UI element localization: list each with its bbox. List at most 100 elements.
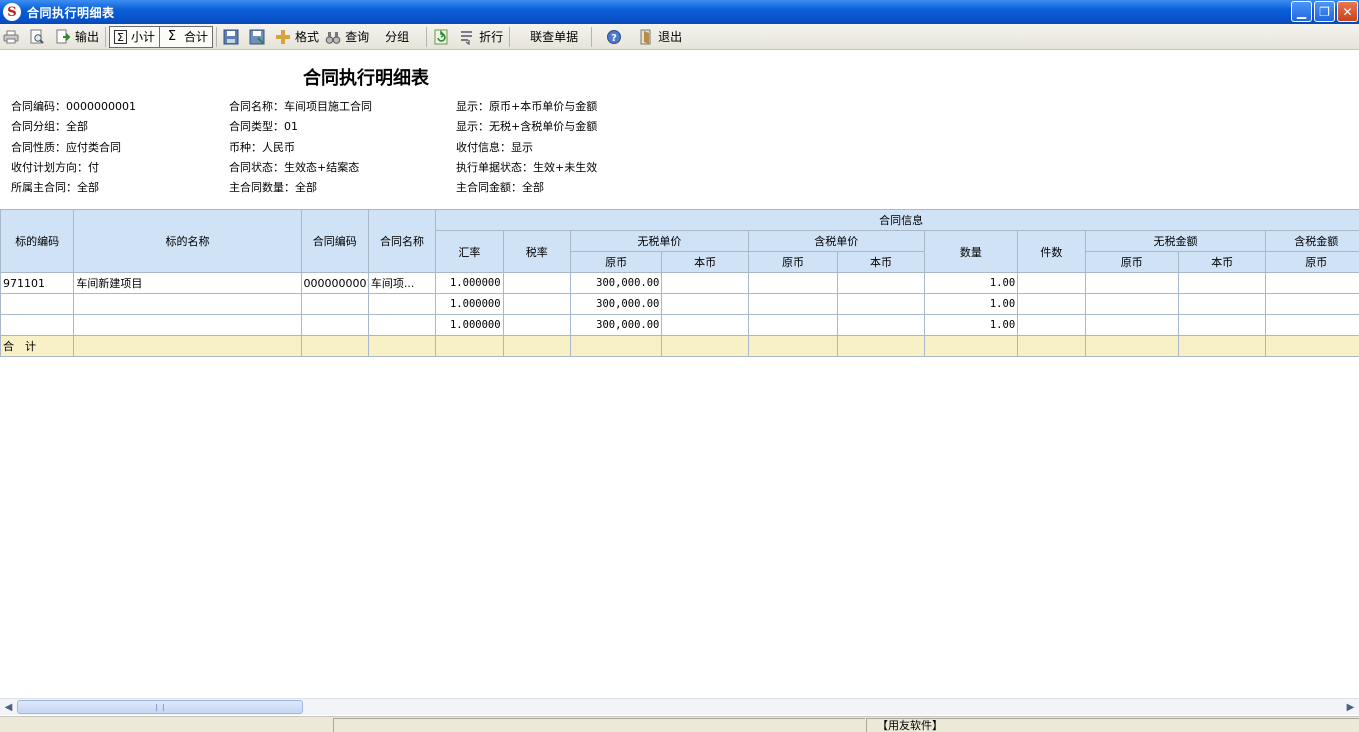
cell-untaxed-amount-original	[1084, 314, 1179, 336]
horizontal-scrollbar[interactable]: ◀ ▶	[0, 698, 1359, 715]
wrap-icon	[461, 30, 473, 45]
help-button[interactable]: ?	[603, 26, 629, 48]
table-row[interactable]: 1.000000 300,000.00 1.00	[0, 314, 1359, 336]
col-header-pieces[interactable]: 件数	[1017, 230, 1086, 273]
format-button[interactable]: 格式	[272, 26, 322, 48]
linked-query-label: 联查单据	[530, 30, 579, 44]
col-header-taxed-price-original[interactable]: 原币	[747, 251, 839, 273]
criteria-contract-nature: 合同性质：应付类合同	[11, 141, 121, 154]
preview-icon	[30, 29, 44, 44]
restore-button[interactable]: ❐	[1314, 1, 1335, 22]
cell-taxed-price-local	[837, 293, 925, 315]
toolbar-separator	[591, 26, 593, 47]
col-header-contract-name[interactable]: 合同名称	[367, 209, 437, 273]
cell-untaxed-amount-local	[1177, 272, 1267, 294]
cell-contract-name: 车间项...	[367, 272, 437, 294]
close-button[interactable]: ✕	[1337, 1, 1358, 22]
print-icon	[3, 30, 19, 43]
total-row[interactable]: 合 计	[0, 335, 1359, 357]
col-header-untaxed-price-local[interactable]: 本币	[661, 251, 749, 273]
cell-subject-name: 车间新建项目	[73, 272, 302, 294]
cell-tax-rate	[502, 314, 571, 336]
wrap-button[interactable]: 折行	[456, 26, 506, 48]
linked-query-button[interactable]: 联查单据	[527, 26, 581, 48]
toolbar: 输出 Σ 小计 Σ 合计 格式 查询 分组 折行 联查单据 ? 退出	[0, 24, 1359, 50]
save-as-icon	[249, 29, 265, 45]
query-button[interactable]: 查询	[322, 26, 372, 48]
export-label: 输出	[75, 30, 100, 44]
total-cell	[837, 335, 925, 357]
minimize-button[interactable]: ▁	[1291, 1, 1312, 22]
total-label: 合计	[184, 30, 209, 44]
cell-contract-name	[367, 314, 437, 336]
col-header-untaxed-price-original[interactable]: 原币	[569, 251, 663, 273]
save-as-button[interactable]	[246, 26, 272, 48]
table-row[interactable]: 1.000000 300,000.00 1.00	[0, 293, 1359, 315]
status-bar: 【用友软件】	[0, 716, 1359, 732]
cell-taxed-amount-original	[1265, 293, 1359, 315]
cell-contract-code	[300, 314, 369, 336]
cell-untaxed-amount-local	[1177, 293, 1267, 315]
cell-taxed-price-local	[837, 272, 925, 294]
col-header-untaxed-amount-original[interactable]: 原币	[1084, 251, 1179, 273]
cell-pieces	[1017, 293, 1086, 315]
scroll-left-arrow-icon[interactable]: ◀	[1, 700, 16, 715]
total-cell	[1017, 335, 1086, 357]
cell-taxed-price-original	[747, 314, 839, 336]
total-cell	[1177, 335, 1267, 357]
cell-untaxed-price-original: 300,000.00	[569, 293, 663, 315]
criteria-currency: 币种：人民币	[229, 141, 295, 154]
brand-label: 【用友软件】	[877, 719, 943, 732]
col-header-subject-code[interactable]: 标的编码	[0, 209, 75, 273]
format-icon	[276, 29, 291, 44]
total-cell	[502, 335, 571, 357]
preview-button[interactable]	[26, 26, 52, 48]
col-header-quantity[interactable]: 数量	[923, 230, 1019, 273]
criteria-parent-quantity: 主合同数量：全部	[229, 181, 317, 194]
refresh-icon	[434, 29, 448, 44]
toolbar-separator	[216, 26, 218, 47]
total-cell	[923, 335, 1019, 357]
col-header-untaxed-amount-local[interactable]: 本币	[1177, 251, 1267, 273]
cell-quantity: 1.00	[923, 293, 1019, 315]
print-button[interactable]	[0, 26, 26, 48]
cell-rate: 1.000000	[435, 272, 504, 294]
total-button[interactable]: Σ 合计	[160, 25, 214, 48]
app-logo-icon: S	[3, 3, 21, 21]
window-title: 合同执行明细表	[27, 5, 115, 20]
scroll-thumb[interactable]	[17, 700, 303, 714]
col-header-subject-name[interactable]: 标的名称	[73, 209, 302, 273]
cell-untaxed-amount-original	[1084, 293, 1179, 315]
table-row[interactable]: 971101 车间新建项目 0000000001 车间项... 1.000000…	[0, 272, 1359, 294]
col-header-rate[interactable]: 汇率	[435, 230, 504, 273]
scroll-right-arrow-icon[interactable]: ▶	[1343, 700, 1358, 715]
toolbar-separator	[105, 26, 107, 47]
criteria-document-status: 执行单据状态：生效+未生效	[456, 161, 598, 174]
cell-taxed-price-original	[747, 293, 839, 315]
cell-taxed-price-original	[747, 272, 839, 294]
criteria-display-tax: 显示：无税+含税单价与金额	[456, 120, 598, 133]
export-button[interactable]: 输出	[52, 26, 102, 48]
scroll-grip-icon	[156, 704, 164, 711]
criteria-contract-status: 合同状态：生效态+结案态	[229, 161, 360, 174]
refresh-button[interactable]	[430, 26, 456, 48]
subtotal-button[interactable]: Σ 小计	[109, 25, 161, 48]
total-cell	[747, 335, 839, 357]
title-bar: S 合同执行明细表 ▁ ❐ ✕	[0, 0, 1359, 24]
status-pane	[333, 718, 865, 732]
col-header-tax-rate[interactable]: 税率	[502, 230, 571, 273]
cell-contract-code: 0000000001	[300, 272, 369, 294]
format-label: 格式	[295, 30, 320, 44]
criteria-contract-group: 合同分组：全部	[11, 120, 88, 133]
col-header-contract-info: 合同信息	[435, 209, 1359, 231]
detail-table: 标的编码 标的名称 合同编码 合同名称 合同信息 汇率 税率 无税单价 含税单价…	[0, 209, 1359, 357]
report-title: 合同执行明细表	[303, 68, 429, 89]
save-button[interactable]	[220, 26, 246, 48]
col-header-taxed-amount-original[interactable]: 原币	[1265, 251, 1359, 273]
col-header-taxed-price-local[interactable]: 本币	[837, 251, 925, 273]
col-header-contract-code[interactable]: 合同编码	[300, 209, 369, 273]
exit-button[interactable]: 退出	[635, 26, 685, 48]
cell-untaxed-price-original: 300,000.00	[569, 314, 663, 336]
group-button[interactable]: 分组	[382, 26, 412, 48]
exit-icon	[640, 29, 651, 44]
